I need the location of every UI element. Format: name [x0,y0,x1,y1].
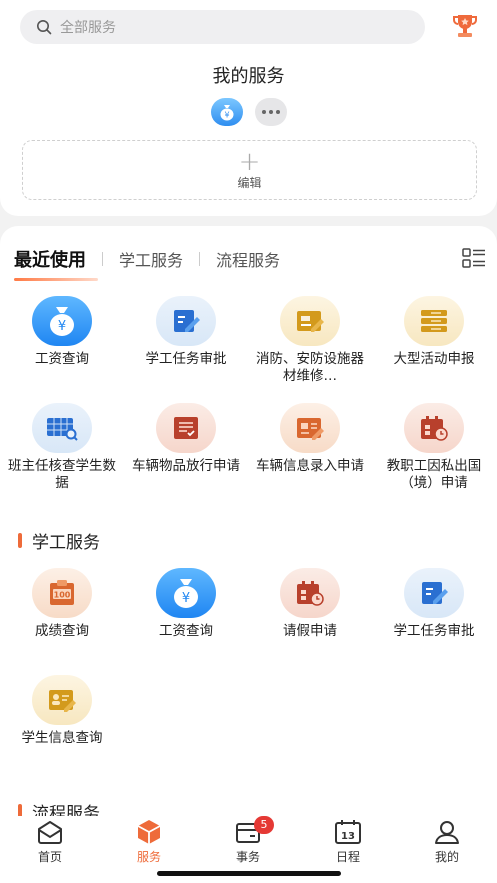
tab-divider [199,252,201,266]
service-label: 车辆物品放行申请 [132,458,240,474]
service-label: 请假申请 [283,623,337,639]
service-item[interactable]: 学工任务审批 [124,296,248,403]
service-label: 大型活动申报 [393,351,475,367]
calendar-day: 13 [341,831,355,842]
task-approve-icon [156,296,216,346]
service-item[interactable]: 请假申请 [248,568,372,675]
profile-icon [435,821,459,844]
tab-label: 日程 [335,850,360,864]
checklist-icon [156,403,216,453]
search-icon [37,20,52,35]
task-approve-icon [404,568,464,618]
notification-badge: 5 [254,816,274,834]
service-label: 教职工因私出国（境）申请 [386,458,482,491]
service-label: 学工任务审批 [145,351,227,367]
stack-icon [404,296,464,346]
service-item[interactable]: 车辆信息录入申请 [248,403,372,510]
tab-xuegong[interactable]: 学工服务 [119,247,183,271]
my-services-card: 全部服务 我的服务 ¥ + 编辑 [0,0,497,216]
money-bag-icon: ¥ [156,568,216,618]
service-item[interactable]: ¥ 工资查询 [124,568,248,675]
more-icon[interactable] [254,98,287,126]
tab-affairs[interactable]: 5 事务 [208,816,288,865]
xuegong-services-grid: 100 成绩查询 ¥ 工资查询 请假申请 学工任务审批 学生信息查询 [0,568,497,782]
service-item[interactable]: 教职工因私出国（境）申请 [372,403,496,510]
service-label: 车辆信息录入申请 [256,458,364,474]
tab-label: 服务 [136,850,161,864]
tab-label: 我的 [434,850,459,864]
info-card-icon [280,403,340,453]
student-info-icon [32,675,92,725]
score-icon: 100 [32,568,92,618]
section-title-xuegong: 学工服务 [18,528,100,553]
service-label: 消防、安防设施器材维修… [256,351,364,384]
service-item[interactable]: 100 成绩查询 [0,568,124,675]
svg-text:¥: ¥ [224,111,229,120]
search-bar[interactable]: 全部服务 [20,10,425,44]
home-indicator[interactable] [157,871,341,876]
tab-service[interactable]: 服务 [109,818,189,865]
calendar-clock-icon [404,403,464,453]
home-icon [38,821,62,844]
service-item[interactable]: 消防、安防设施器材维修… [248,296,372,403]
section-marker [18,533,22,548]
section-title-liucheng: 流程服务 [18,799,100,816]
search-placeholder: 全部服务 [60,20,116,36]
tab-recent[interactable]: 最近使用 [14,246,86,272]
service-item[interactable]: 大型活动申报 [372,296,496,403]
tab-liucheng[interactable]: 流程服务 [216,247,280,271]
svg-text:¥: ¥ [58,319,66,334]
service-tabs: 最近使用 学工服务 流程服务 [14,246,280,272]
services-panel: 最近使用 学工服务 流程服务 ¥ 工资查询 学工任务审批 消防、安防设施器材维修… [0,226,497,816]
service-item[interactable]: ¥ 工资查询 [0,296,124,403]
repair-form-icon [280,296,340,346]
svg-text:¥: ¥ [182,591,190,606]
my-services-title: 我的服务 [212,66,285,87]
active-tab-indicator [14,278,98,281]
data-check-icon [32,403,92,453]
tab-label: 事务 [235,850,260,864]
tab-home[interactable]: 首页 [10,818,90,865]
service-label: 工资查询 [35,351,89,367]
service-label: 成绩查询 [35,623,89,639]
trophy-icon[interactable] [452,12,478,40]
service-cube-icon [137,820,161,844]
recent-services-grid: ¥ 工资查询 学工任务审批 消防、安防设施器材维修… 大型活动申报 班主任核查学… [0,296,497,510]
calendar-13-icon: 13 [335,820,361,844]
section-title-text: 学工服务 [32,533,100,553]
section-title-text: 流程服务 [32,804,100,816]
service-item[interactable]: 班主任核查学生数据 [0,403,124,510]
svg-text:100: 100 [54,591,71,600]
plus-icon: + [238,147,261,177]
service-item[interactable]: 学生信息查询 [0,675,124,782]
tab-label: 首页 [37,850,62,864]
edit-label: 编辑 [237,176,262,190]
service-label: 学生信息查询 [21,730,103,746]
service-label: 学工任务审批 [393,623,475,639]
calendar-clock-icon [280,568,340,618]
money-bag-icon[interactable]: ¥ [210,98,243,126]
edit-services-button[interactable]: + 编辑 [22,140,477,200]
tab-mine[interactable]: 我的 [407,818,487,865]
service-label: 工资查询 [159,623,213,639]
service-label: 班主任核查学生数据 [8,458,116,491]
tab-divider [102,252,103,266]
service-item[interactable]: 学工任务审批 [372,568,496,675]
money-bag-icon: ¥ [32,296,92,346]
tab-schedule[interactable]: 13 日程 [308,818,388,865]
section-marker [18,804,22,816]
list-view-icon[interactable] [462,248,486,268]
my-services-shortcuts: ¥ [0,98,497,126]
service-item[interactable]: 车辆物品放行申请 [124,403,248,510]
